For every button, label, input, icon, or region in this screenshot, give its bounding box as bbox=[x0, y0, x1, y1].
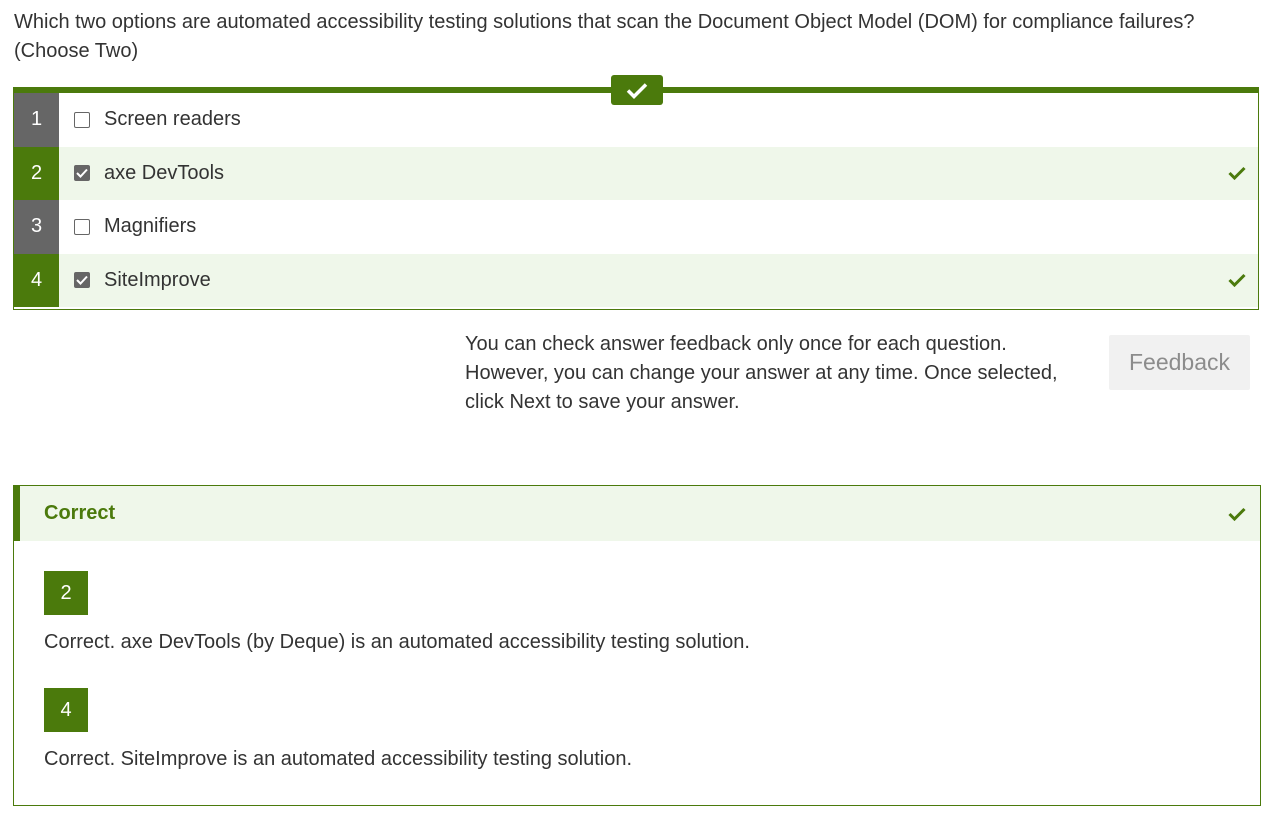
question-line-1: Which two options are automated accessib… bbox=[14, 11, 1195, 33]
question-line-2: (Choose Two) bbox=[14, 40, 139, 62]
option-checkbox[interactable] bbox=[74, 272, 90, 289]
question-text: Which two options are automated accessib… bbox=[14, 8, 1254, 66]
option-row-4[interactable]: 4 SiteImprove bbox=[14, 253, 1258, 307]
option-checkbox[interactable] bbox=[74, 111, 90, 128]
option-label: Magnifiers bbox=[104, 215, 197, 238]
checkmark-icon bbox=[1228, 167, 1246, 181]
result-item: 4 Correct. SiteImprove is an automated a… bbox=[44, 688, 632, 771]
result-item: 2 Correct. axe DevTools (by Deque) is an… bbox=[44, 571, 750, 654]
option-checkbox[interactable] bbox=[74, 165, 90, 182]
option-number: 2 bbox=[14, 146, 59, 200]
option-label: Screen readers bbox=[104, 108, 241, 131]
option-row-3[interactable]: 3 Magnifiers bbox=[14, 200, 1258, 254]
option-number: 3 bbox=[14, 200, 59, 254]
option-number: 4 bbox=[14, 253, 59, 307]
result-item-number: 4 bbox=[44, 688, 88, 732]
checkmark-icon bbox=[1228, 274, 1246, 288]
feedback-note-line-1: You can check answer feedback only once … bbox=[465, 333, 1007, 355]
checkbox-check-icon bbox=[76, 169, 88, 179]
feedback-note: You can check answer feedback only once … bbox=[465, 330, 1090, 417]
option-checkbox[interactable] bbox=[74, 218, 90, 235]
result-title: Correct bbox=[44, 502, 116, 524]
option-label: axe DevTools bbox=[104, 161, 225, 184]
feedback-button[interactable]: Feedback bbox=[1109, 335, 1250, 390]
result-item-text: Correct. axe DevTools (by Deque) is an a… bbox=[44, 631, 750, 653]
option-number: 1 bbox=[14, 93, 59, 147]
result-item-text: Correct. SiteImprove is an automated acc… bbox=[44, 748, 633, 770]
option-label: SiteImprove bbox=[104, 268, 211, 291]
answer-status-tab bbox=[611, 75, 663, 105]
feedback-note-line-2: However, you can change your answer at a… bbox=[465, 362, 1058, 384]
result-header: Correct bbox=[14, 486, 1260, 541]
result-item-number: 2 bbox=[44, 571, 88, 615]
options-panel: 1 Screen readers 2 axe DevTools 3 Magnif… bbox=[13, 87, 1259, 310]
checkmark-icon bbox=[1228, 507, 1246, 521]
option-row-2[interactable]: 2 axe DevTools bbox=[14, 146, 1258, 200]
checkmark-icon bbox=[626, 82, 648, 99]
checkbox-check-icon bbox=[76, 276, 88, 286]
feedback-note-line-3: click Next to save your answer. bbox=[465, 391, 740, 413]
result-panel: Correct 2 Correct. axe DevTools (by Dequ… bbox=[13, 485, 1261, 806]
